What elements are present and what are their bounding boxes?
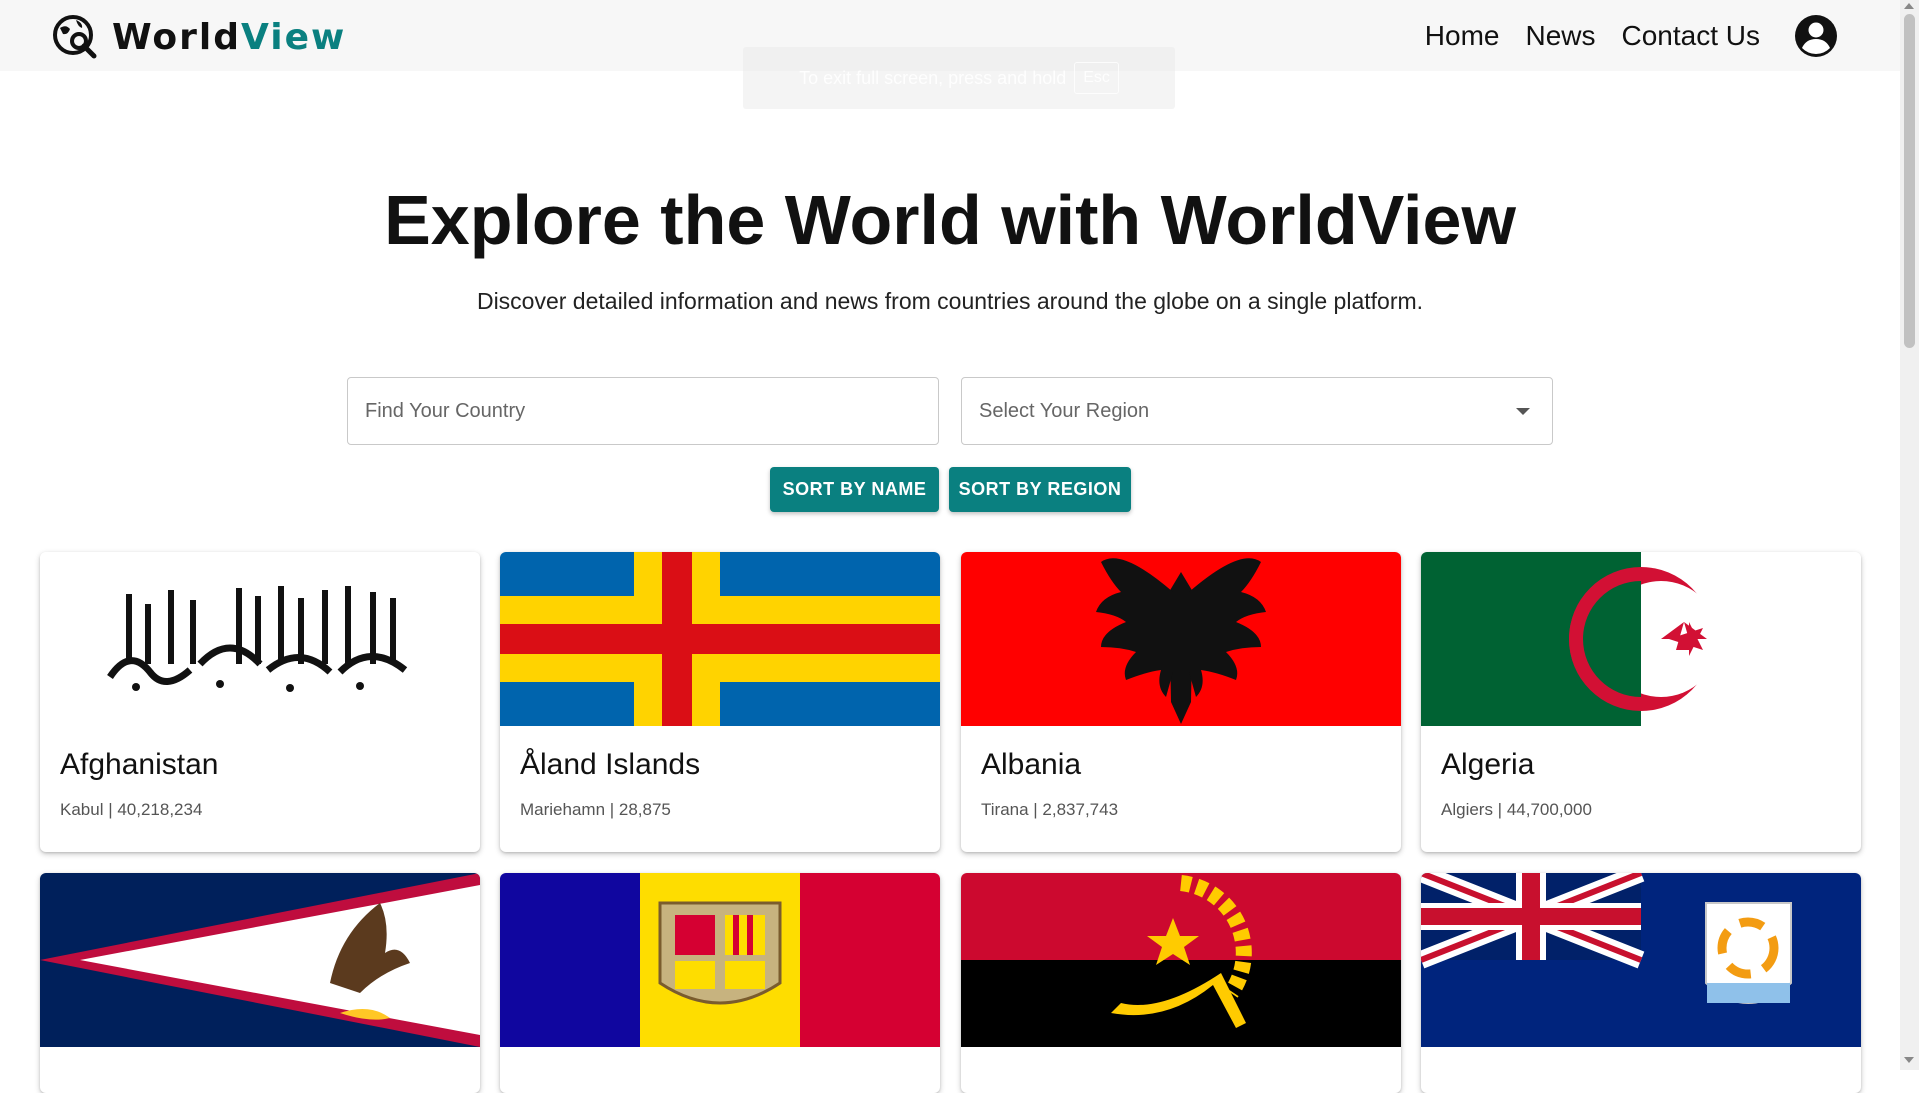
app-logo-text: WorldView xyxy=(112,17,346,58)
fullscreen-esc-key: Esc xyxy=(1074,62,1119,94)
country-card-afghanistan[interactable]: Afghanistan Kabul | 40,218,234 xyxy=(40,552,480,852)
country-card-aland-islands[interactable]: Åland Islands Mariehamn | 28,875 xyxy=(500,552,940,852)
country-capital-population: Algiers | 44,700,000 xyxy=(1441,800,1592,819)
aland-islands-flag-image xyxy=(500,552,940,726)
country-capital-population: Tirana | 2,837,743 xyxy=(981,800,1119,819)
hero-subtitle: Discover detailed information and news f… xyxy=(476,288,1424,314)
country-card-albania[interactable]: Albania Tirana | 2,837,743 xyxy=(961,552,1401,852)
country-card-american-samoa[interactable] xyxy=(40,873,480,1093)
app-logo[interactable]: WorldView xyxy=(52,14,346,60)
country-card-anguilla[interactable] xyxy=(1421,873,1861,1093)
region-select[interactable]: Select Your Region xyxy=(961,377,1553,445)
nav-contact-us[interactable]: Contact Us xyxy=(1622,20,1761,52)
scroll-down-arrow-icon[interactable] xyxy=(1904,1057,1914,1063)
country-search-input[interactable] xyxy=(348,378,938,444)
sort-by-name-button[interactable]: SORT BY NAME xyxy=(770,467,939,512)
fullscreen-notice-text: To exit full screen, press and hold xyxy=(799,67,1067,88)
american-samoa-flag-image xyxy=(40,873,480,1047)
scroll-up-arrow-icon[interactable] xyxy=(1904,3,1914,9)
hero-title: Explore the World with WorldView xyxy=(384,181,1516,259)
country-name: Albania xyxy=(981,748,1082,781)
country-card-andorra[interactable] xyxy=(500,873,940,1093)
algeria-flag-image xyxy=(1421,552,1861,726)
globe-search-icon xyxy=(53,15,97,59)
country-capital-population: Kabul | 40,218,234 xyxy=(60,800,203,819)
dropdown-caret-icon xyxy=(1516,408,1530,415)
nav-home[interactable]: Home xyxy=(1425,20,1500,52)
user-account-icon[interactable] xyxy=(1794,14,1838,58)
afghanistan-flag-image xyxy=(40,552,480,726)
country-search-field xyxy=(347,377,939,445)
country-name: Afghanistan xyxy=(60,748,219,781)
page-scrollbar[interactable] xyxy=(1900,0,1919,1070)
main-nav: Home News Contact Us xyxy=(1399,0,1838,71)
logo-word-view: View xyxy=(241,16,347,58)
country-card-algeria[interactable]: Algeria Algiers | 44,700,000 xyxy=(1421,552,1861,852)
country-name: Åland Islands xyxy=(520,748,701,781)
andorra-flag-image xyxy=(500,873,940,1047)
logo-word-world: World xyxy=(112,16,242,58)
country-name: Algeria xyxy=(1441,748,1535,781)
albania-flag-image xyxy=(961,552,1401,726)
country-card-angola[interactable] xyxy=(961,873,1401,1093)
angola-flag-image xyxy=(961,873,1401,1047)
fullscreen-exit-notice: To exit full screen, press and hold Esc xyxy=(743,47,1175,109)
scrollbar-thumb[interactable] xyxy=(1904,14,1915,348)
nav-news[interactable]: News xyxy=(1525,20,1595,52)
anguilla-flag-image xyxy=(1421,873,1861,1047)
sort-by-region-button[interactable]: SORT BY REGION xyxy=(949,467,1131,512)
country-capital-population: Mariehamn | 28,875 xyxy=(520,800,671,819)
region-select-placeholder: Select Your Region xyxy=(979,399,1150,422)
